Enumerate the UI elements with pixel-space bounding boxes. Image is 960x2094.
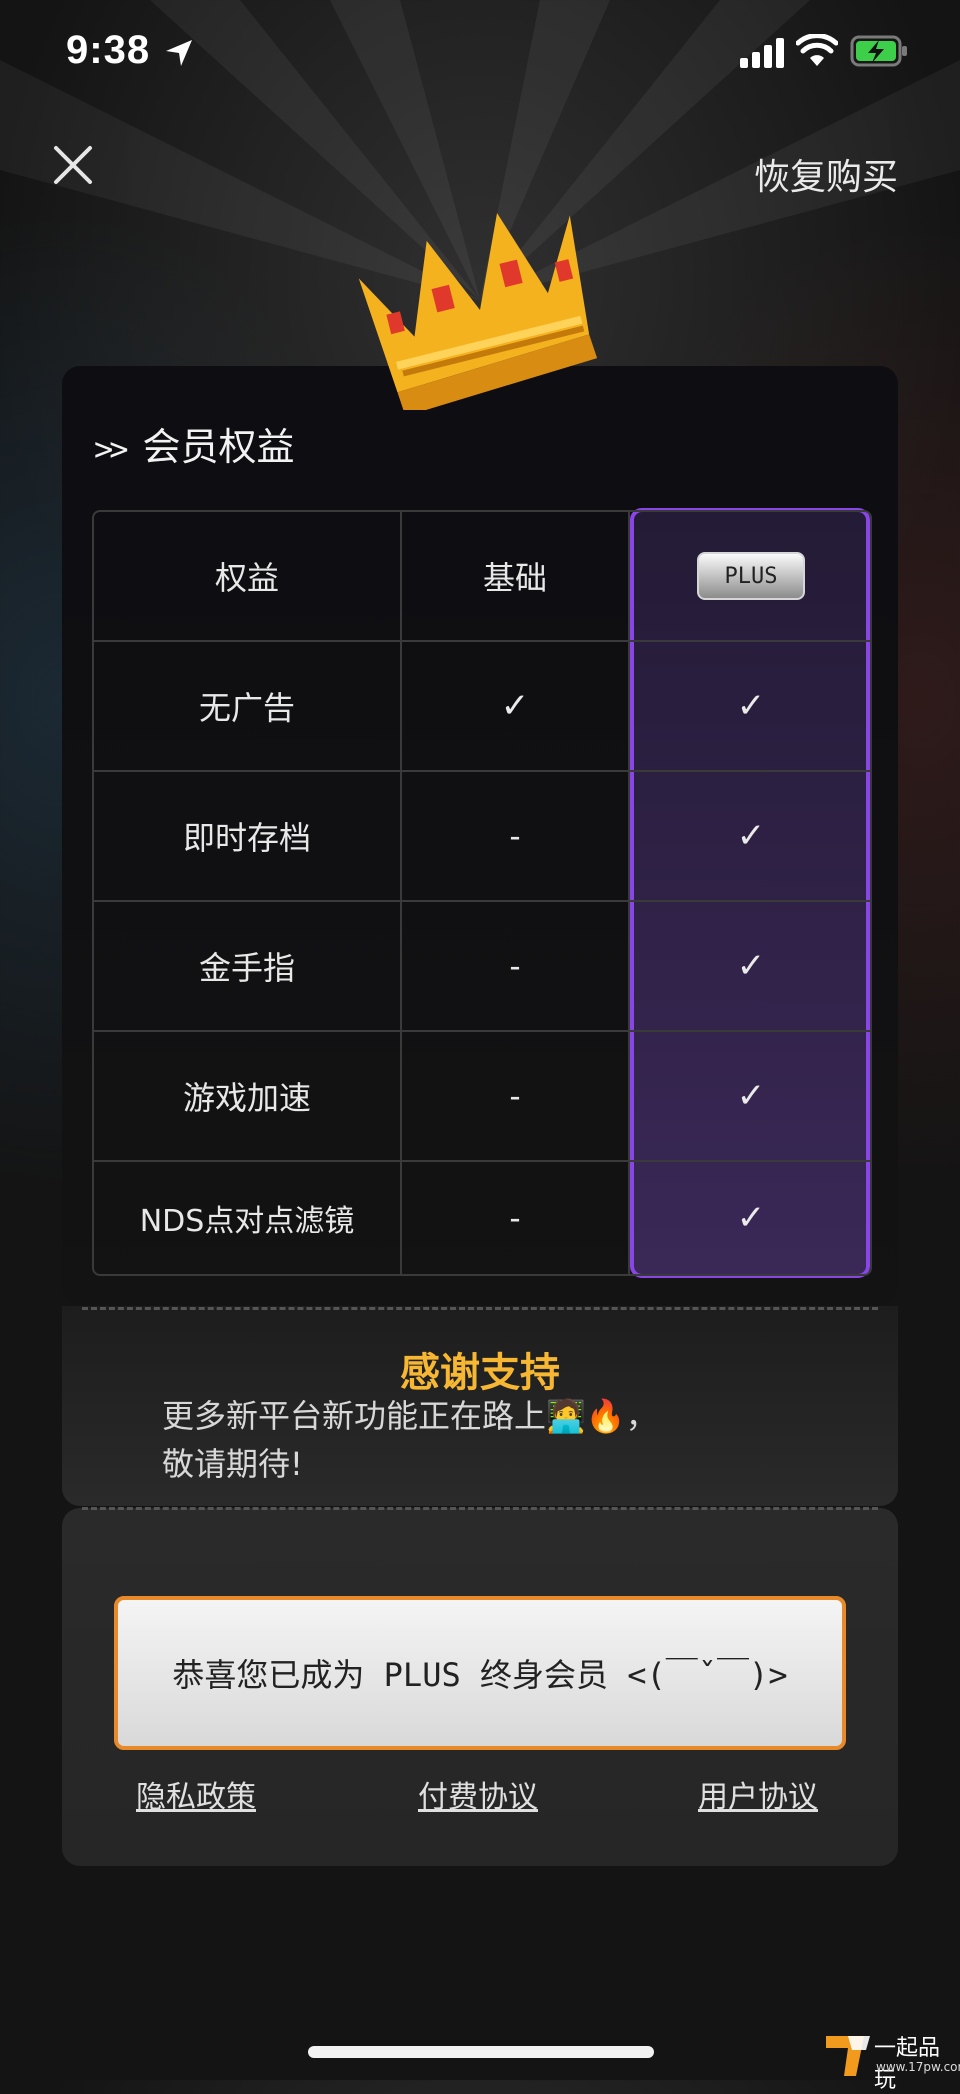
dashed-divider [82, 1307, 878, 1310]
location-arrow-icon [166, 40, 192, 66]
close-button[interactable] [50, 142, 96, 188]
battery-charging-icon [850, 35, 907, 67]
check-icon: ✓ [736, 816, 766, 856]
watermark-url: www.17pw.com [876, 2060, 960, 2074]
benefits-table: 权益 基础 PLUS 无广告 ✓ ✓ 即时存档 - ✓ 金手指 - ✓ 游戏加速… [92, 510, 872, 1276]
privacy-policy-link[interactable]: 隐私政策 [136, 1772, 256, 1816]
section-title: >> 会员权益 [94, 416, 295, 471]
thanks-message: 更多新平台新功能正在路上🧑‍💻🔥， 敬请期待! [162, 1392, 762, 1488]
table-row-name: 游戏加速 [182, 1079, 311, 1117]
status-time: 9:38 [66, 28, 151, 72]
restore-purchase-button[interactable]: 恢复购买 [754, 148, 898, 200]
status-bar: 9:38 [0, 0, 960, 100]
plus-badge: PLUS [697, 552, 805, 600]
table-row-name: 无广告 [198, 689, 295, 727]
header-benefit: 权益 [214, 559, 279, 597]
thanks-title: 感谢支持 [400, 1350, 560, 1396]
thanks-line-1: 更多新平台新功能正在路上🧑‍💻🔥， [162, 1397, 658, 1435]
dash-value: - [505, 1077, 525, 1115]
check-icon: ✓ [736, 1198, 766, 1238]
wifi-icon [796, 34, 838, 66]
dash-value: - [505, 947, 525, 985]
thanks-line-2: 敬请期待! [162, 1445, 303, 1483]
dashed-divider [82, 1507, 878, 1510]
watermark: 一起品玩 www.17pw.com [826, 2030, 960, 2093]
table-row-name: 金手指 [198, 949, 295, 987]
payment-agreement-link[interactable]: 付费协议 [418, 1772, 538, 1816]
chevron-right-icon: >> [94, 430, 128, 468]
cellular-signal-icon [740, 38, 784, 68]
home-indicator [308, 2046, 654, 2058]
check-icon: ✓ [500, 686, 530, 726]
lifetime-member-button[interactable]: 恭喜您已成为 PLUS 终身会员 <(￣ˇ￣)> [114, 1596, 846, 1750]
table-row-name: NDS点对点滤镜 [139, 1204, 355, 1239]
header-plus-cell: PLUS [630, 512, 872, 640]
user-agreement-link[interactable]: 用户协议 [698, 1772, 818, 1816]
dash-value: - [505, 817, 525, 855]
watermark-logo-icon [826, 2036, 870, 2076]
header-basic: 基础 [482, 559, 547, 597]
crown-icon [358, 212, 598, 410]
check-icon: ✓ [736, 686, 766, 726]
check-icon: ✓ [736, 1076, 766, 1116]
check-icon: ✓ [736, 946, 766, 986]
dash-value: - [505, 1199, 525, 1237]
section-title-text: 会员权益 [142, 425, 295, 469]
table-row-name: 即时存档 [182, 819, 311, 857]
